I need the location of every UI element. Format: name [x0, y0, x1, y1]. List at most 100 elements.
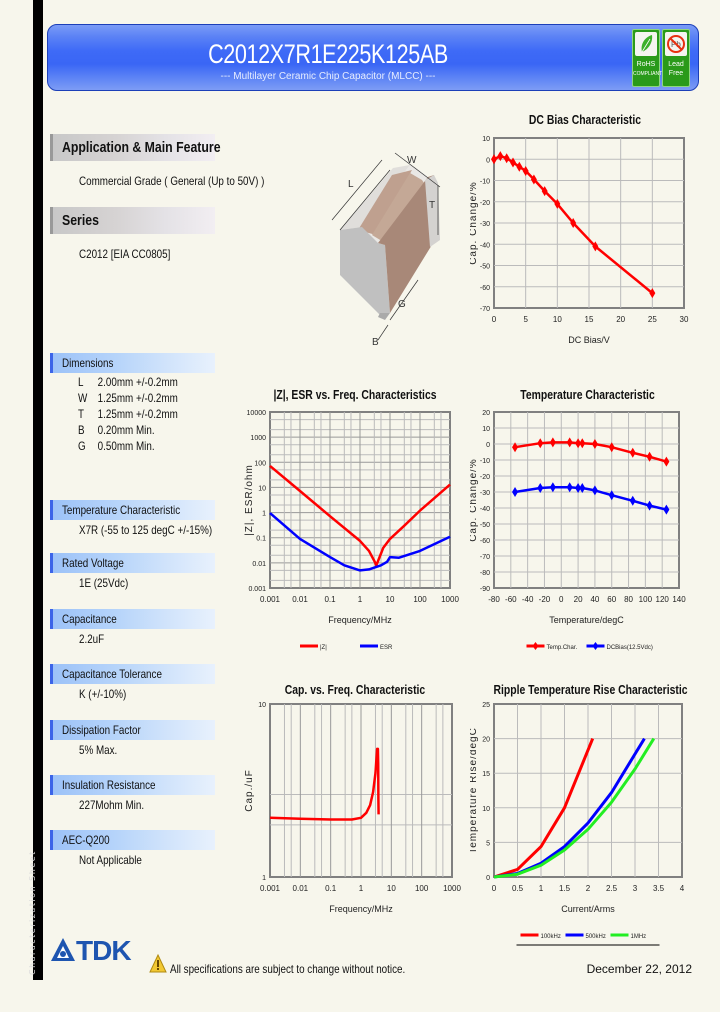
x-tick-label: 20 — [574, 595, 583, 604]
y-tick-label: -30 — [480, 490, 490, 497]
x-tick-label: 5 — [523, 315, 528, 324]
legend-marker — [592, 642, 599, 650]
x-tick-label: 100 — [639, 595, 653, 604]
insulation-value: 227Mohm Min. — [79, 798, 145, 812]
y-tick-label: -60 — [480, 285, 490, 292]
x-axis-label: Frequency/MHz — [328, 615, 392, 625]
y-tick-label: 20 — [482, 410, 490, 417]
x-tick-label: -20 — [539, 595, 551, 604]
y-tick-label: -20 — [480, 200, 490, 207]
dc-bias-chart: DC Bias Characteristic 0 5 10 15 20 25 30 10 0 -10… — [470, 110, 700, 360]
y-tick-label: 10 — [482, 136, 490, 143]
legend-label: ESR — [380, 645, 393, 651]
chart-svg: 0 5 10 15 20 25 30 10 0 -10 -20 -30 -40 -50 -60 -70 DC B… — [470, 136, 689, 345]
y-tick-label: 5 — [486, 840, 490, 847]
chart-svg: 0 0.5 1 1.5 2 2.5 3 3.5 4 25 20 15 10 5 0 Current/Arms T… — [470, 702, 685, 946]
diagram-label-l: L — [348, 179, 354, 190]
insulation-header: Insulation Resistance — [50, 775, 215, 795]
x-tick-label: 0.001 — [260, 884, 281, 893]
y-tick-label: 10 — [482, 426, 490, 433]
legend-label: 100kHz — [541, 934, 561, 940]
legend-label: Temp.Char. — [547, 645, 578, 651]
dimension-key: T — [78, 407, 85, 421]
cap-freq-chart: Cap. vs. Freq. Characteristic 0.001 0.01 0.… — [240, 680, 470, 920]
y-tick-label: 10 — [258, 485, 266, 492]
aec-header: AEC-Q200 — [50, 830, 215, 850]
x-tick-label: 20 — [616, 315, 625, 324]
x-tick-label: -60 — [505, 595, 517, 604]
legend-label: 500kHz — [586, 934, 606, 940]
y-tick-label: -40 — [480, 506, 490, 513]
dimension-value: 0.50mm Min. — [97, 439, 155, 453]
temperature-title: Temperature Characteristic — [62, 503, 181, 517]
aec-title: AEC-Q200 — [62, 833, 110, 847]
no-lead-icon: Pb — [665, 32, 687, 56]
y-tick-label: 10000 — [247, 410, 267, 417]
sidebar-label: Characterization Sheet — [28, 850, 37, 975]
impedance-chart: |Z|, ESR vs. Freq. Characteristics 0.001 0… — [240, 385, 470, 660]
diagram-label-b: B — [372, 337, 379, 348]
series-title: Series — [62, 212, 99, 229]
x-tick-label: -40 — [522, 595, 534, 604]
sidebar-bar — [33, 0, 43, 980]
x-tick-label: 1 — [539, 884, 544, 893]
rated-voltage-value: 1E (25Vdc) — [79, 576, 129, 590]
x-tick-label: 0.01 — [293, 884, 309, 893]
x-tick-label: 1000 — [443, 884, 461, 893]
capacitance-header: Capacitance — [50, 609, 215, 629]
legend-label: DCBias(12.5Vdc) — [607, 645, 653, 651]
y-tick-label: 0.1 — [256, 536, 266, 543]
dissipation-header: Dissipation Factor — [50, 720, 215, 740]
x-tick-label: 10 — [553, 315, 562, 324]
application-value: Commercial Grade ( General (Up to 50V) ) — [79, 174, 265, 188]
header-banner: C2012X7R1E225K125AB --- Multilayer Ceram… — [47, 24, 699, 91]
y-tick-label: -60 — [480, 538, 490, 545]
tolerance-title: Capacitance Tolerance — [62, 667, 162, 681]
chart-svg: 0.001 0.01 0.1 1 10 100 1000 10000 1000 100 10 1 0.1… — [244, 410, 459, 651]
x-tick-label: 2 — [586, 884, 591, 893]
dimension-row: G 0.50mm Min. — [78, 439, 155, 453]
dimension-row: B 0.20mm Min. — [78, 423, 155, 437]
y-tick-label: -70 — [480, 554, 490, 561]
aec-value: Not Applicable — [79, 853, 142, 867]
x-tick-label: 3 — [633, 884, 638, 893]
temperature-chart: Temperature Characteristic -80 -60 -40 -20 0 2… — [470, 385, 705, 660]
x-tick-label: 100 — [415, 884, 429, 893]
legend-label: 1MHz — [631, 934, 647, 940]
dimensions-header: Dimensions — [50, 353, 215, 373]
dimension-value: 0.20mm Min. — [97, 423, 155, 437]
temperature-value: X7R (-55 to 125 degC +/-15%) — [79, 523, 213, 537]
dimensions-title: Dimensions — [62, 356, 114, 370]
lead-label-2: Free — [668, 70, 684, 77]
dissipation-value: 5% Max. — [79, 743, 118, 757]
capacitance-value: 2.2uF — [79, 632, 105, 646]
series-header: Series — [50, 207, 215, 234]
x-tick-label: 100 — [413, 595, 427, 604]
dimension-row: L 2.00mm +/-0.2mm — [78, 375, 178, 389]
y-tick-label: 0 — [486, 875, 490, 882]
page-subtitle: --- Multilayer Ceramic Chip Capacitor (M… — [220, 71, 436, 82]
x-tick-label: 120 — [656, 595, 670, 604]
diagram-label-g: G — [398, 299, 406, 310]
x-tick-label: 0.001 — [260, 595, 281, 604]
y-axis-label: Cap./uF — [244, 769, 255, 812]
dimension-key: B — [78, 423, 85, 437]
rated-voltage-title: Rated Voltage — [62, 556, 124, 570]
y-tick-label: 0.001 — [248, 586, 266, 593]
y-axis-label: Temperature Rise/degC — [470, 727, 479, 854]
x-tick-label: 2.5 — [606, 884, 618, 893]
footer-date: December 22, 2012 — [586, 962, 692, 976]
x-tick-label: 140 — [672, 595, 686, 604]
legend-label: |Z| — [320, 645, 327, 651]
temperature-header: Temperature Characteristic — [50, 500, 215, 520]
plot-area — [493, 411, 680, 589]
tdk-logo: TDK — [50, 935, 132, 967]
y-tick-label: 10 — [258, 702, 266, 709]
y-tick-label: 25 — [482, 702, 490, 709]
y-axis-label: Cap. Change/% — [470, 181, 479, 265]
y-tick-label: -30 — [480, 221, 490, 228]
dimension-key: G — [78, 439, 86, 453]
legend-marker — [532, 642, 539, 650]
dimension-key: W — [78, 391, 88, 405]
tolerance-value: K (+/-10%) — [79, 687, 127, 701]
